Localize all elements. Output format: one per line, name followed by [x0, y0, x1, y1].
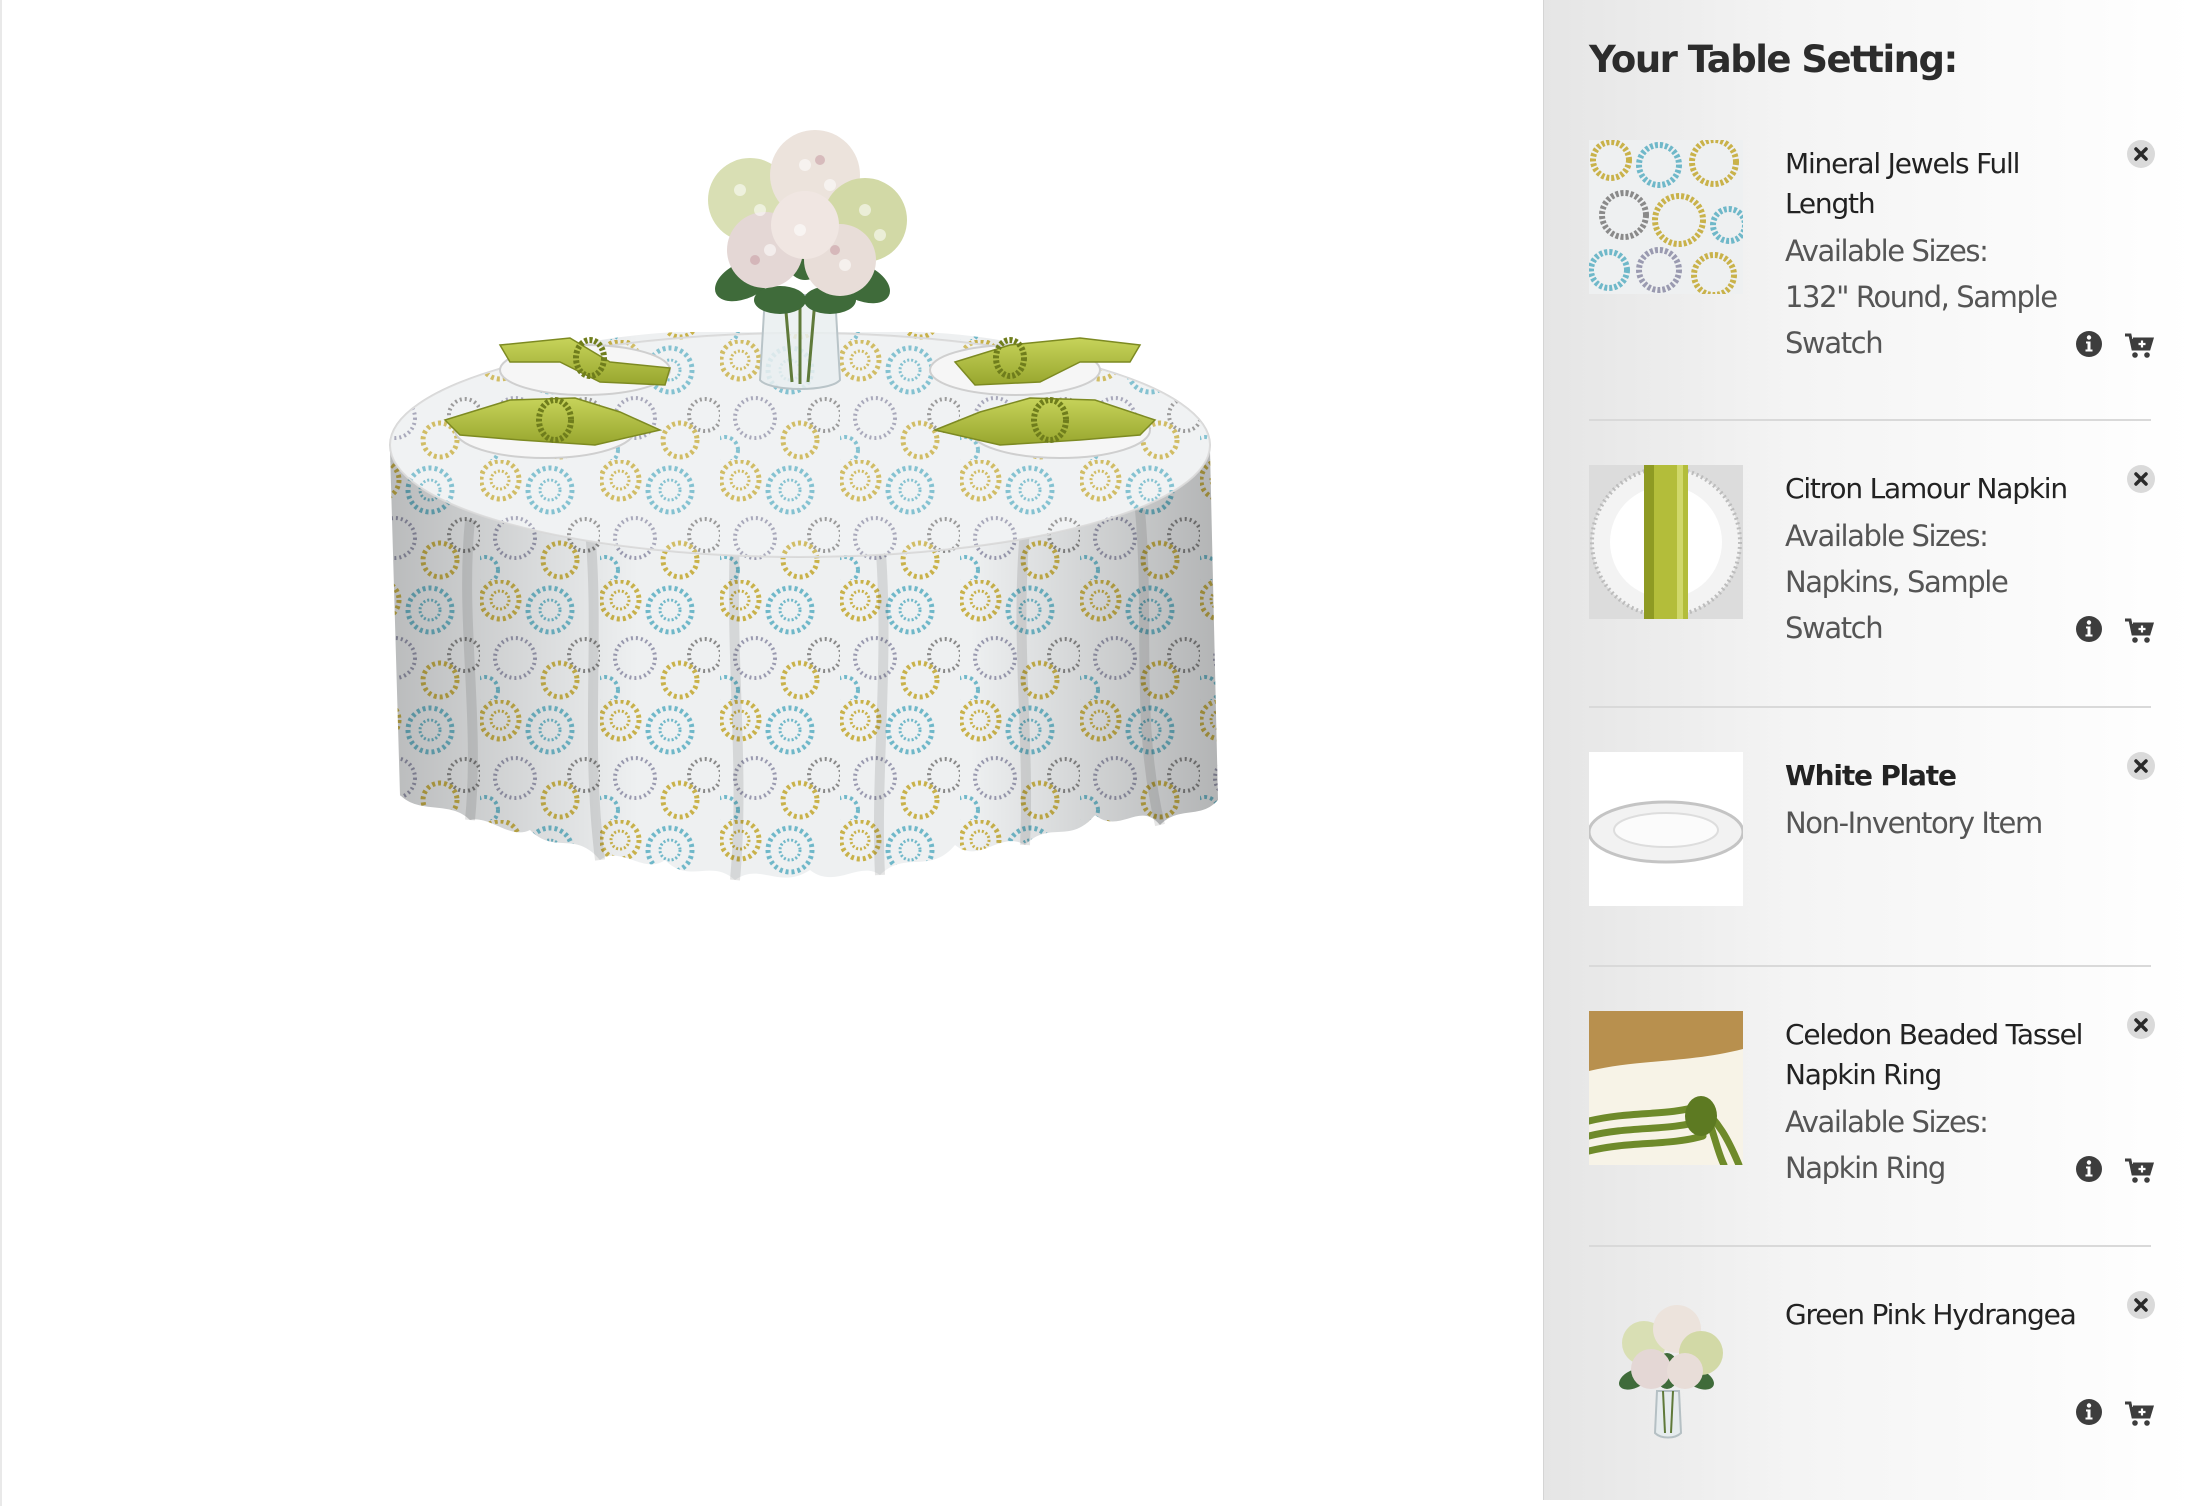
available-sizes-value: 132" Round, Sample Swatch	[1785, 280, 2058, 360]
setting-item-hydrangea: Green Pink Hydrangea	[1589, 1291, 2155, 1471]
table-setting-preview	[389, 130, 1218, 881]
available-sizes-value: Napkins, Sample Swatch	[1785, 565, 2009, 645]
add-to-cart-icon[interactable]	[2124, 1400, 2156, 1428]
table-setting-panel: Your Table Setting: Mineral Jewels Full …	[1543, 0, 2194, 1500]
setting-item-beaded-napkin-ring: Celedon Beaded Tassel Napkin Ring Availa…	[1589, 1011, 2155, 1211]
separator	[1589, 1245, 2151, 1247]
add-to-cart-icon[interactable]	[2124, 1157, 2156, 1185]
citron-napkin-thumbnail[interactable]	[1589, 465, 1743, 619]
beaded-napkin-ring-thumbnail[interactable]	[1589, 1011, 1743, 1165]
setting-item-mineral-jewels: Mineral Jewels Full Length Available Siz…	[1589, 140, 2155, 380]
info-icon[interactable]	[2075, 1398, 2103, 1426]
item-name: Mineral Jewels Full Length	[1785, 147, 2020, 220]
info-icon[interactable]	[2075, 615, 2103, 643]
info-icon[interactable]	[2075, 1155, 2103, 1183]
item-note: Non-Inventory Item	[1785, 806, 2043, 840]
item-name: Green Pink Hydrangea	[1785, 1298, 2077, 1331]
info-icon[interactable]	[2075, 330, 2103, 358]
item-name: Celedon Beaded Tassel Napkin Ring	[1785, 1018, 2083, 1091]
hydrangea-thumbnail[interactable]	[1589, 1291, 1743, 1445]
available-sizes-value: Napkin Ring	[1785, 1151, 1946, 1185]
panel-bottom-edge	[1543, 1500, 2194, 1506]
remove-icon[interactable]	[2127, 1011, 2155, 1039]
left-border	[0, 0, 2, 1506]
separator	[1589, 419, 2151, 421]
white-plate-thumbnail[interactable]	[1589, 752, 1743, 906]
available-sizes-label: Available Sizes:	[1785, 519, 1989, 553]
mineral-jewels-thumbnail[interactable]	[1589, 140, 1743, 294]
item-name: Citron Lamour Napkin	[1785, 472, 2068, 505]
setting-item-citron-napkin: Citron Lamour Napkin Available Sizes: Na…	[1589, 465, 2155, 665]
table-preview-area	[0, 0, 1543, 1506]
available-sizes-label: Available Sizes:	[1785, 1105, 1989, 1139]
separator	[1589, 965, 2151, 967]
remove-icon[interactable]	[2127, 752, 2155, 780]
add-to-cart-icon[interactable]	[2124, 617, 2156, 645]
remove-icon[interactable]	[2127, 1291, 2155, 1319]
panel-title: Your Table Setting:	[1589, 38, 1958, 81]
setting-item-white-plate: White Plate Non-Inventory Item	[1589, 752, 2155, 912]
item-name: White Plate	[1785, 759, 1957, 792]
available-sizes-label: Available Sizes:	[1785, 234, 1989, 268]
remove-icon[interactable]	[2127, 465, 2155, 493]
add-to-cart-icon[interactable]	[2124, 332, 2156, 360]
remove-icon[interactable]	[2127, 140, 2155, 168]
separator	[1589, 706, 2151, 708]
